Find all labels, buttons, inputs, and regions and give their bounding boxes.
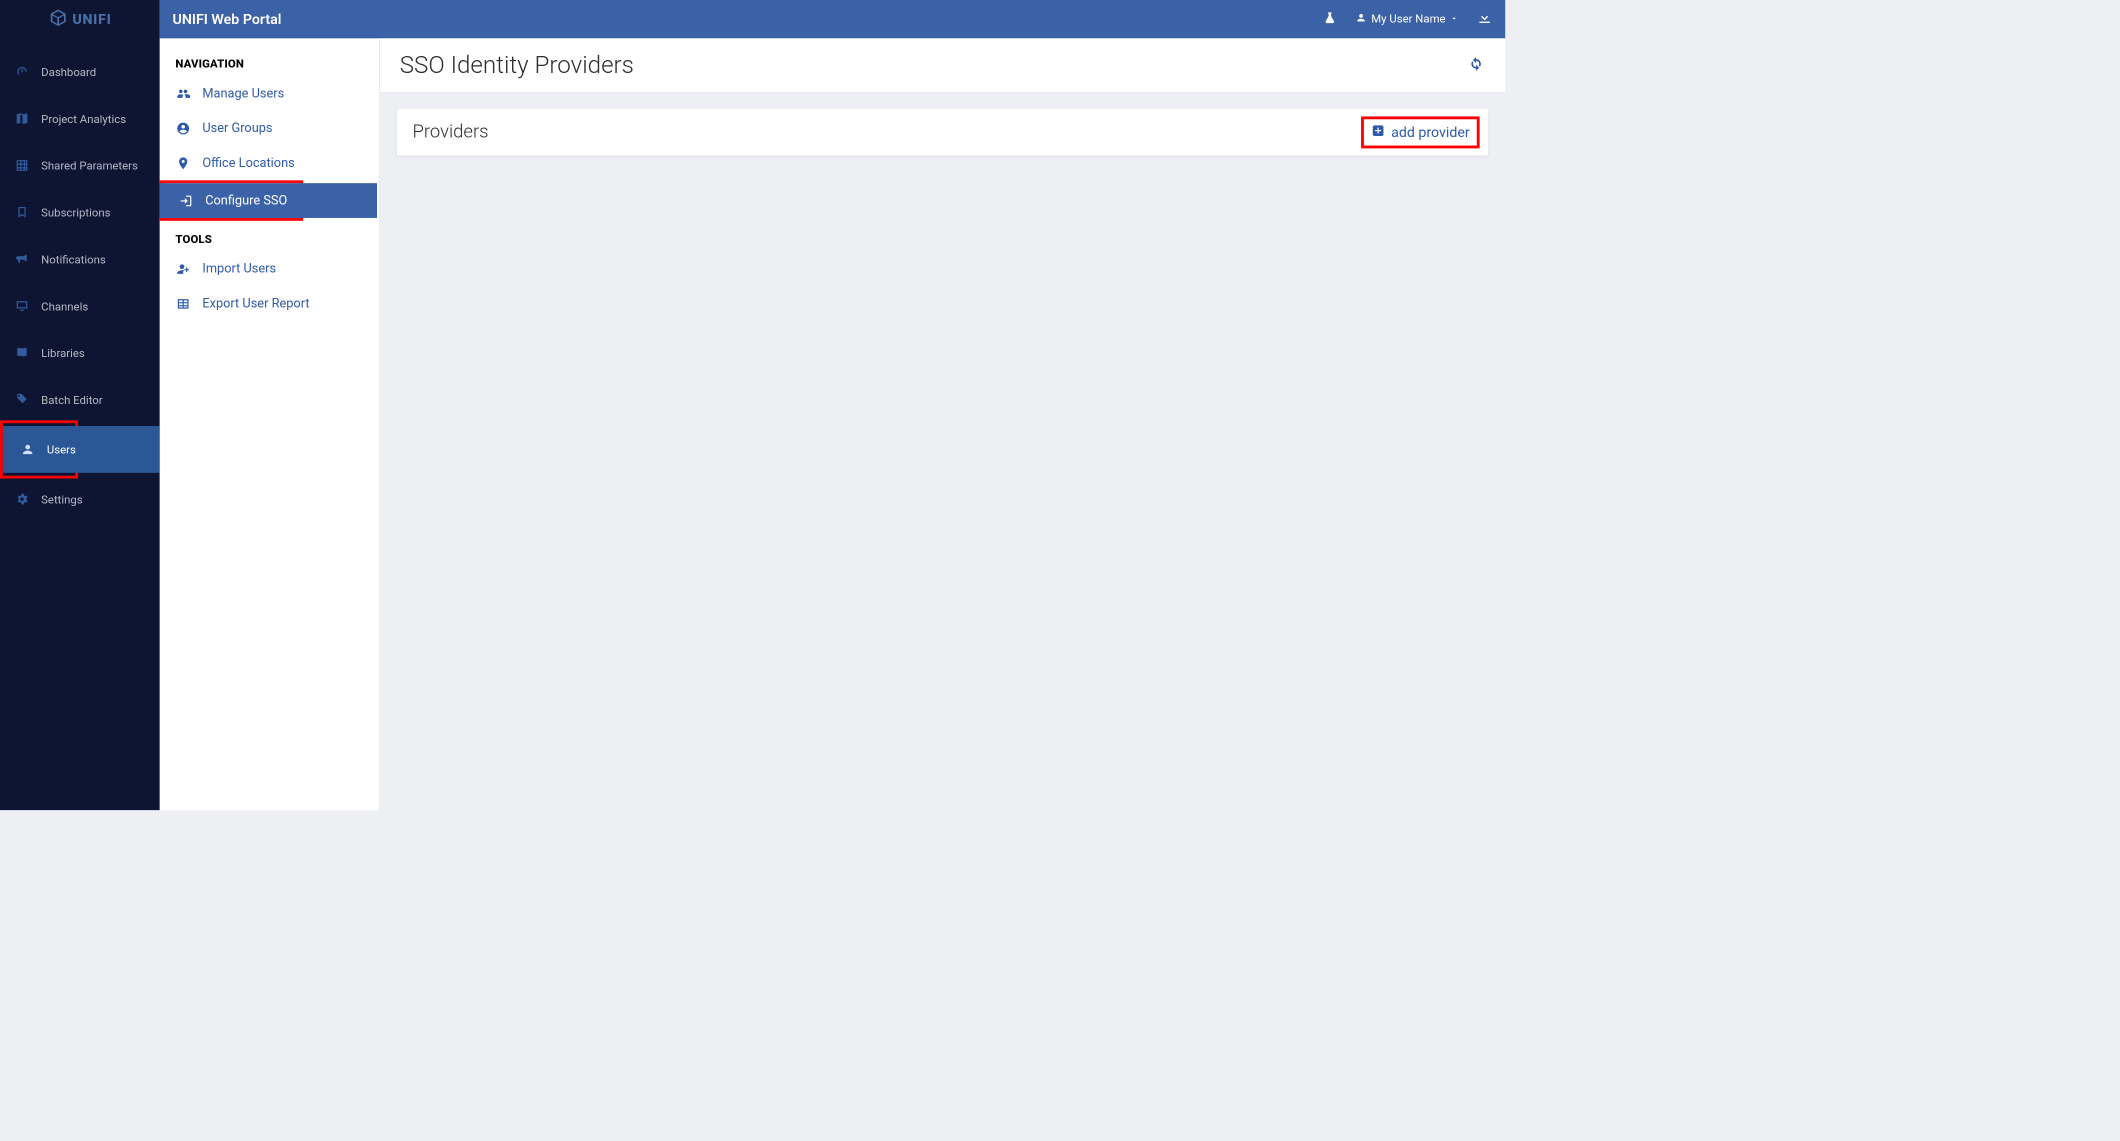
sidebar-item-libraries[interactable]: Libraries [0,329,160,376]
chevron-down-icon [1450,12,1459,25]
sidebar-item-channels[interactable]: Channels [0,283,160,330]
main-content: SSO Identity Providers Providers add pro… [380,38,1505,810]
sidebar-item-label: Shared Parameters [41,159,138,172]
user-icon [20,442,36,456]
bullhorn-icon [14,252,30,266]
sidebar-item-notifications[interactable]: Notifications [0,236,160,283]
user-plus-icon [175,262,191,276]
plus-square-icon [1371,123,1385,141]
primary-sidebar: UNIFI Dashboard Project Analytics Shared… [0,0,160,810]
sidebar-item-label: Libraries [41,346,85,359]
speedometer-icon [14,65,30,79]
page-header: SSO Identity Providers [380,38,1505,93]
refresh-icon[interactable] [1467,55,1485,76]
portal-title: UNIFI Web Portal [173,10,282,27]
subnav-user-groups[interactable]: User Groups [160,111,379,146]
sidebar-item-settings[interactable]: Settings [0,476,160,523]
sidebar-nav: Dashboard Project Analytics Shared Param… [0,48,160,522]
add-provider-button[interactable]: add provider [1371,123,1469,141]
monitor-icon [14,299,30,313]
sidebar-item-shared-parameters[interactable]: Shared Parameters [0,142,160,189]
subnav-item-label: Office Locations [202,155,294,170]
topbar: UNIFI Web Portal My User Name [160,0,1505,38]
sidebar-item-label: Settings [41,492,82,505]
subnav-item-label: User Groups [202,121,272,136]
grid-icon [14,158,30,172]
subnav-heading-tools: TOOLS [160,232,379,251]
tag-icon [14,393,30,407]
sidebar-item-subscriptions[interactable]: Subscriptions [0,189,160,236]
subnav-import-users[interactable]: Import Users [160,251,379,286]
subnav-item-label: Configure SSO [205,193,287,208]
gear-icon [14,492,30,506]
sidebar-item-label: Subscriptions [41,206,110,219]
subnav-item-label: Import Users [202,261,276,276]
circle-user-icon [175,121,191,135]
subnav-manage-users[interactable]: Manage Users [160,76,379,111]
sidebar-item-label: Channels [41,299,88,312]
add-provider-label: add provider [1391,124,1470,141]
brand-logo[interactable]: UNIFI [0,0,160,38]
subnav-item-label: Export User Report [202,296,309,311]
providers-panel: Providers add provider [397,109,1488,156]
panel-title: Providers [413,121,489,142]
flask-icon[interactable] [1323,10,1337,27]
sidebar-item-label: Project Analytics [41,112,126,125]
page-title: SSO Identity Providers [400,51,634,79]
cube-icon [48,8,68,31]
user-icon [1356,12,1367,26]
user-menu[interactable]: My User Name [1356,12,1459,26]
sidebar-item-batch-editor[interactable]: Batch Editor [0,376,160,423]
users-icon [175,86,191,100]
bookmark-icon [14,205,30,219]
subnav-heading-navigation: NAVIGATION [160,57,379,76]
pin-icon [175,156,191,170]
download-icon[interactable] [1477,10,1493,28]
book-icon [14,346,30,360]
sidebar-item-label: Batch Editor [41,393,102,406]
sidebar-item-label: Users [47,443,76,456]
sidebar-item-dashboard[interactable]: Dashboard [0,48,160,95]
sidebar-item-label: Dashboard [41,65,96,78]
secondary-nav: NAVIGATION Manage Users User Groups Offi… [160,38,380,810]
map-icon [14,111,30,125]
table-icon [175,296,191,310]
arrow-login-icon [178,193,194,207]
sidebar-item-users[interactable]: Users [3,426,163,473]
user-name: My User Name [1371,12,1445,25]
subnav-item-label: Manage Users [202,86,284,101]
brand-name: UNIFI [72,11,111,28]
subnav-configure-sso[interactable]: Configure SSO [160,183,377,218]
sidebar-item-project-analytics[interactable]: Project Analytics [0,95,160,142]
sidebar-item-label: Notifications [41,252,106,265]
subnav-export-user-report[interactable]: Export User Report [160,286,379,321]
subnav-office-locations[interactable]: Office Locations [160,146,379,181]
